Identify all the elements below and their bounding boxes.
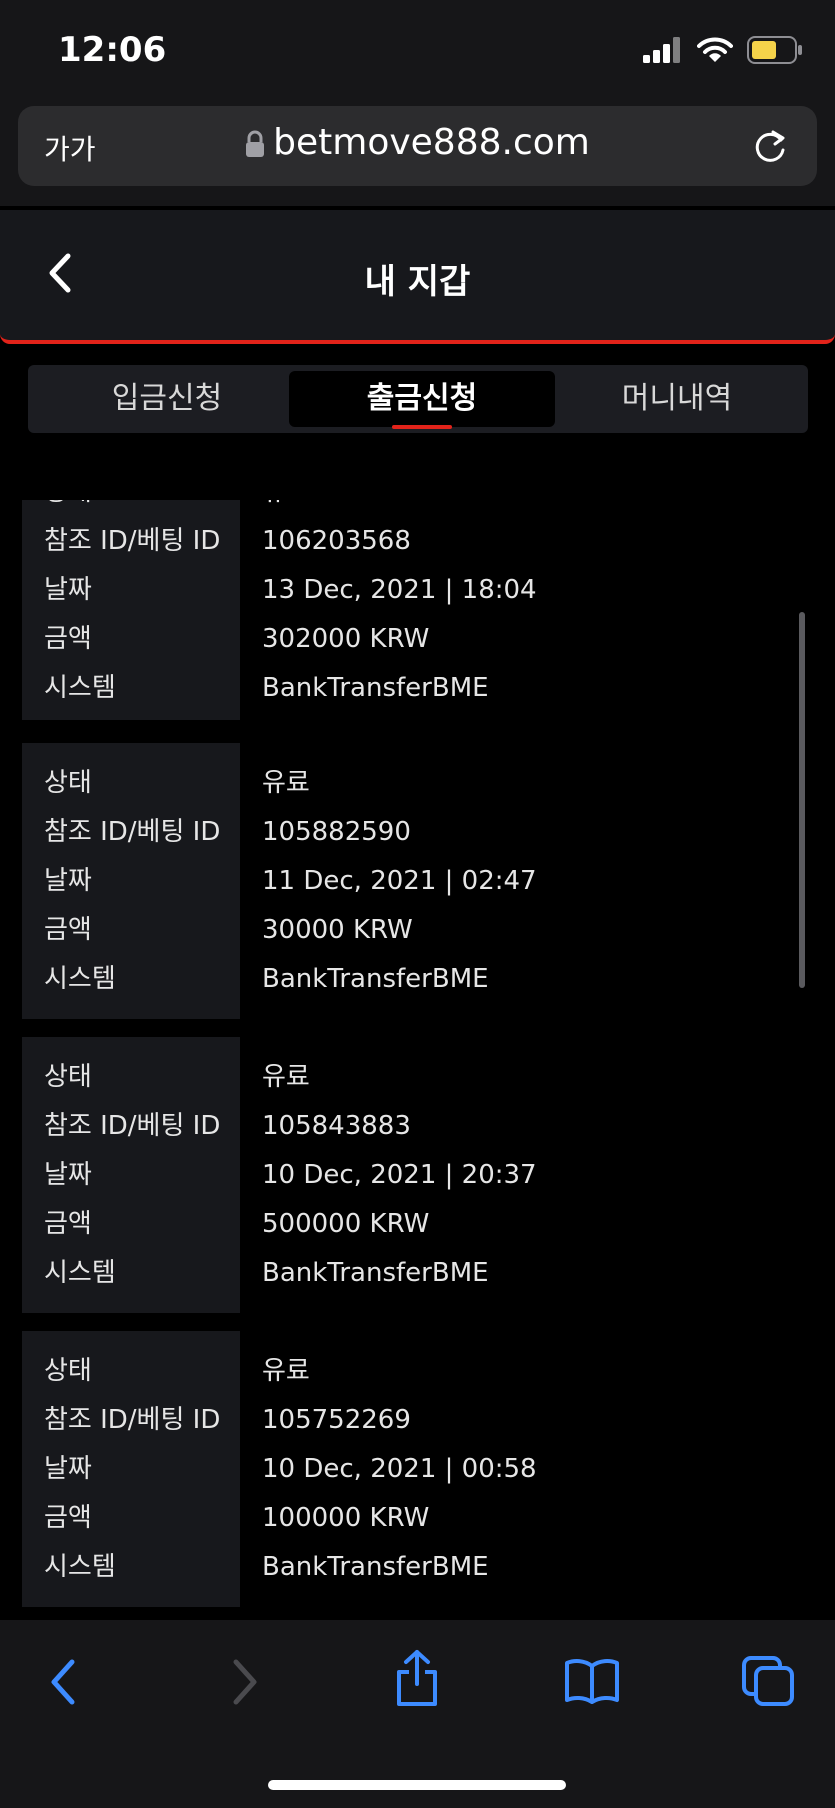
label-system: 시스템 <box>44 964 116 994</box>
record-card: 상태 유료 참조 ID/베팅 ID 105752269 날짜 10 Dec, 2021… <box>22 1331 812 1607</box>
tab-label: 출금신청 <box>366 381 478 416</box>
tab-withdrawal-request[interactable]: 출금신청 <box>289 371 555 429</box>
tab-deposit-request[interactable]: 입금신청 <box>34 371 300 427</box>
status-icons <box>643 36 803 64</box>
label-ref-id: 참조 ID/베팅 ID <box>44 817 221 847</box>
value-status: 유료 <box>262 1356 310 1386</box>
label-ref-id: 참조 ID/베팅 ID <box>44 1405 221 1435</box>
label-system: 시스템 <box>44 1258 116 1288</box>
url-text: betmove888.com <box>273 122 590 163</box>
bookmarks-icon[interactable] <box>564 1658 620 1704</box>
label-date: 날짜 <box>44 1160 92 1190</box>
value-status: 유료 <box>262 768 310 798</box>
label-ref-id: 참조 ID/베팅 ID <box>44 526 221 556</box>
value-date: 13 Dec, 2021 | 18:04 <box>262 575 537 605</box>
lock-icon <box>246 130 265 157</box>
status-bar: 12:06 <box>0 0 835 100</box>
share-icon[interactable] <box>393 1648 441 1708</box>
record-card: 상태 유료 참조 ID/베팅 ID 105882590 날짜 11 Dec, 2021… <box>22 743 812 1019</box>
page-header: 내 지갑 <box>0 210 835 344</box>
label-date: 날짜 <box>44 575 92 605</box>
wifi-icon <box>697 37 733 62</box>
label-status: 상태 <box>44 1062 92 1092</box>
tab-money-history[interactable]: 머니내역 <box>544 371 810 427</box>
page-title: 내 지갑 <box>364 262 471 302</box>
label-date: 날짜 <box>44 1454 92 1484</box>
label-status: 상태 <box>44 500 92 517</box>
url-field[interactable]: betmove888.com <box>18 122 817 163</box>
record-card: 상태 유료 참조 ID/베팅 ID 105843883 날짜 10 Dec, 2021… <box>22 1037 812 1313</box>
value-amount: 500000 KRW <box>262 1209 430 1239</box>
label-status: 상태 <box>44 1356 92 1386</box>
browser-back-icon[interactable] <box>46 1658 82 1706</box>
value-system: BankTransferBME <box>262 673 489 703</box>
withdrawal-record-list[interactable]: 상태유료 참조 ID/베팅 ID106203568 날짜13 Dec, 2021… <box>0 500 835 1620</box>
value-system: BankTransferBME <box>262 1552 489 1582</box>
value-status: 유료 <box>262 1062 310 1092</box>
value-ref-id: 105752269 <box>262 1405 411 1435</box>
label-amount: 금액 <box>44 624 92 654</box>
tab-label: 입금신청 <box>111 381 223 416</box>
value-date: 10 Dec, 2021 | 20:37 <box>262 1160 537 1190</box>
home-indicator <box>268 1780 566 1790</box>
label-amount: 금액 <box>44 1209 92 1239</box>
value-ref-id: 105882590 <box>262 817 411 847</box>
value-amount: 100000 KRW <box>262 1503 430 1533</box>
value-amount: 30000 KRW <box>262 915 413 945</box>
label-amount: 금액 <box>44 915 92 945</box>
value-status: 유료 <box>262 500 310 517</box>
wallet-tabs: 입금신청 출금신청 머니내역 <box>28 365 808 433</box>
value-ref-id: 106203568 <box>262 526 411 556</box>
battery-icon <box>747 36 802 64</box>
label-system: 시스템 <box>44 1552 116 1582</box>
value-amount: 302000 KRW <box>262 624 430 654</box>
signal-icon <box>643 37 680 63</box>
label-ref-id: 참조 ID/베팅 ID <box>44 1111 221 1141</box>
scrollbar-thumb[interactable] <box>799 612 805 988</box>
value-date: 10 Dec, 2021 | 00:58 <box>262 1454 537 1484</box>
browser-toolbar <box>0 1620 835 1808</box>
label-status: 상태 <box>44 768 92 798</box>
label-amount: 금액 <box>44 1503 92 1533</box>
tabs-icon[interactable] <box>742 1656 794 1706</box>
tab-label: 머니내역 <box>621 381 733 416</box>
label-system: 시스템 <box>44 673 116 703</box>
status-time: 12:06 <box>58 30 167 70</box>
address-bar[interactable]: 가가 betmove888.com <box>18 106 817 186</box>
value-ref-id: 105843883 <box>262 1111 411 1141</box>
value-date: 11 Dec, 2021 | 02:47 <box>262 866 537 896</box>
active-tab-underline <box>392 425 452 429</box>
value-system: BankTransferBME <box>262 964 489 994</box>
value-system: BankTransferBME <box>262 1258 489 1288</box>
reload-icon[interactable] <box>751 126 789 166</box>
browser-forward-icon[interactable] <box>226 1658 262 1706</box>
browser-address-area: 가가 betmove888.com <box>0 100 835 206</box>
record-card: 상태 유료 참조 ID/베팅 ID 106203568 날짜 13 Dec, 2021… <box>22 500 812 720</box>
label-date: 날짜 <box>44 866 92 896</box>
